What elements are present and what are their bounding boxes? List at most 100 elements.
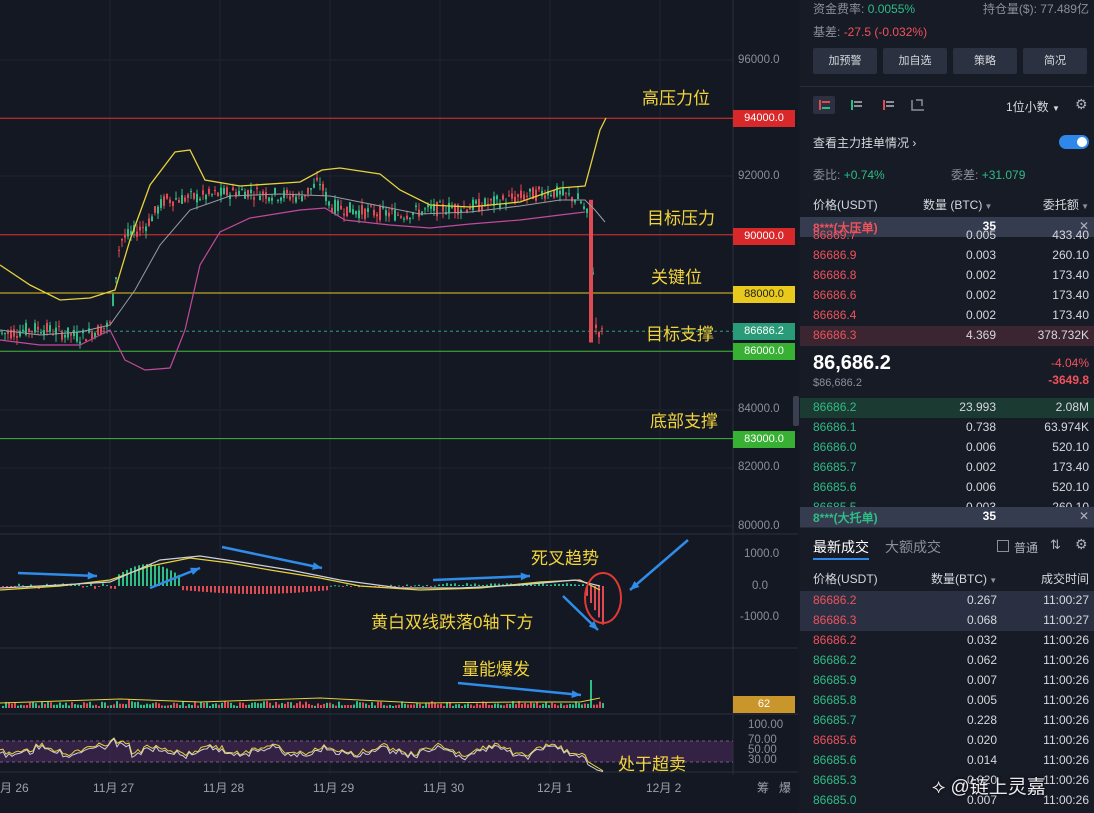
- macd-bar: [234, 586, 236, 594]
- alert-button[interactable]: 加预警: [813, 48, 877, 74]
- volume-bar: [467, 703, 469, 708]
- ask-row[interactable]: 86686.3 4.369 378.732K: [800, 326, 1094, 346]
- trade-row[interactable]: 86686.2 0.267 11:00:27: [800, 591, 1094, 611]
- ask-row[interactable]: 86686.6 0.002 173.40: [800, 286, 1094, 306]
- big-bid-banner[interactable]: 8***(大托单) 35 ✕: [800, 507, 1094, 527]
- trade-row[interactable]: 86686.3 0.068 11:00:27: [800, 611, 1094, 631]
- volume-bar: [347, 704, 349, 708]
- book-both-view-icon[interactable]: [813, 96, 835, 114]
- bid-row[interactable]: 86686.1 0.738 63.974K: [800, 418, 1094, 438]
- settings-gear-icon[interactable]: ⚙: [1075, 96, 1088, 113]
- toggle-knob: [1077, 137, 1087, 147]
- order-price: 86869.7: [813, 228, 857, 242]
- trade-row[interactable]: 86685.6 0.020 11:00:26: [800, 731, 1094, 751]
- trade-qty: 0.020: [967, 733, 998, 747]
- book-bids-view-icon[interactable]: [845, 96, 867, 114]
- volume-bar: [152, 703, 154, 708]
- trade-row[interactable]: 86686.2 0.062 11:00:26: [800, 651, 1094, 671]
- filter-icon[interactable]: ⇅: [1050, 537, 1061, 553]
- macd-bar: [306, 586, 308, 592]
- bid-row[interactable]: 86686.0 0.006 520.10: [800, 438, 1094, 458]
- macd-bar: [422, 585, 424, 587]
- trade-price: 86685.0: [813, 793, 857, 807]
- tab-latest-trades[interactable]: 最新成交: [813, 537, 869, 557]
- annotation-death-cross: 死叉趋势: [531, 549, 599, 568]
- bid-row[interactable]: 86686.2 23.993 2.08M: [800, 398, 1094, 418]
- trade-row[interactable]: 86685.7 0.228 11:00:26: [800, 711, 1094, 731]
- volume-bar: [71, 702, 73, 708]
- strategy-button[interactable]: 策略: [953, 48, 1017, 74]
- volume-bar: [536, 701, 538, 708]
- overview-button[interactable]: 简况: [1023, 48, 1087, 74]
- candle-body: [289, 196, 291, 200]
- depth-link[interactable]: 查看主力挂单情况 ›: [813, 134, 916, 151]
- tab-large-trades[interactable]: 大额成交: [885, 537, 941, 557]
- candle-body: [4, 332, 6, 334]
- volume-bar: [29, 702, 31, 708]
- ask-row[interactable]: 86686.8 0.002 173.40: [800, 266, 1094, 286]
- volume-bar: [200, 702, 202, 708]
- ask-row[interactable]: 86869.7 0.005 433.40: [800, 226, 1094, 246]
- trade-row[interactable]: 86685.9 0.007 11:00:26: [800, 671, 1094, 691]
- candle-body: [307, 187, 309, 194]
- macd-bar: [418, 584, 420, 586]
- volume-bar: [206, 702, 208, 708]
- close-icon[interactable]: ✕: [1079, 509, 1089, 523]
- macd-bar: [566, 583, 568, 586]
- volume-bar: [74, 704, 76, 708]
- candle-body: [274, 188, 276, 195]
- volume-bar: [569, 704, 571, 708]
- col-header-amount[interactable]: 委托额 ▼: [1043, 196, 1089, 213]
- candle-body: [514, 197, 516, 203]
- ask-row[interactable]: 86686.9 0.003 260.10: [800, 246, 1094, 266]
- macd-bar: [330, 585, 332, 587]
- basis: 基差: -27.5 (-0.032%): [813, 23, 927, 40]
- macd-bar: [226, 586, 228, 594]
- volume-bar: [50, 702, 52, 708]
- ask-row[interactable]: 86686.4 0.002 173.40: [800, 306, 1094, 326]
- trade-row[interactable]: 86686.2 0.032 11:00:26: [800, 631, 1094, 651]
- volume-bar: [311, 705, 313, 708]
- bid-row[interactable]: 86685.7 0.002 173.40: [800, 458, 1094, 478]
- date-label[interactable]: 爆: [779, 779, 791, 796]
- settings-gear-icon[interactable]: ⚙: [1075, 536, 1088, 553]
- volume-bar: [218, 704, 220, 708]
- col-header-qty[interactable]: 数量 (BTC) ▼: [923, 196, 992, 213]
- macd-bar: [582, 584, 584, 586]
- candle-body: [538, 186, 540, 190]
- macd-bar: [558, 583, 560, 586]
- volume-bar: [65, 702, 67, 708]
- book-depth-view-icon[interactable]: [907, 96, 929, 114]
- trade-row[interactable]: 86685.6 0.014 11:00:26: [800, 751, 1094, 771]
- candle-body: [364, 208, 366, 219]
- big-bid-label: 8***(大托单): [813, 511, 878, 525]
- volume-bar: [404, 703, 406, 708]
- volume-bar: [20, 704, 22, 708]
- precision-select[interactable]: 1位小数 ▼: [1006, 98, 1060, 115]
- macd-bar: [398, 585, 400, 587]
- volume-bar: [308, 704, 310, 708]
- depth-toggle[interactable]: [1059, 135, 1089, 149]
- book-asks-view-icon[interactable]: [877, 96, 899, 114]
- candle-body: [376, 214, 378, 217]
- oi-label: 持仓量($):: [982, 2, 1037, 16]
- normal-checkbox[interactable]: [997, 540, 1009, 552]
- candle-body: [511, 193, 513, 199]
- volume-bar: [278, 704, 280, 708]
- price-axis-label: 92000.0: [738, 170, 780, 182]
- trade-row[interactable]: 86685.8 0.005 11:00:26: [800, 691, 1094, 711]
- trade-header-qty[interactable]: 数量(BTC) ▼: [931, 570, 997, 587]
- trade-qty: 0.032: [967, 633, 998, 647]
- macd-bar: [186, 586, 188, 591]
- volume-bar: [365, 703, 367, 708]
- price-chart[interactable]: 96000.0 92000.0 84000.0 82000.0 80000.0 …: [0, 0, 799, 813]
- volume-bar: [524, 702, 526, 708]
- funding-value: 0.0055%: [867, 2, 916, 16]
- volume-bar: [209, 705, 211, 708]
- trade-time: 11:00:26: [1043, 693, 1089, 707]
- date-label[interactable]: 筹: [757, 779, 769, 796]
- volume-bar: [395, 705, 397, 708]
- watchlist-button[interactable]: 加自选: [883, 48, 947, 74]
- bid-row[interactable]: 86685.6 0.006 520.10: [800, 478, 1094, 498]
- panel-collapse-handle[interactable]: [793, 396, 799, 426]
